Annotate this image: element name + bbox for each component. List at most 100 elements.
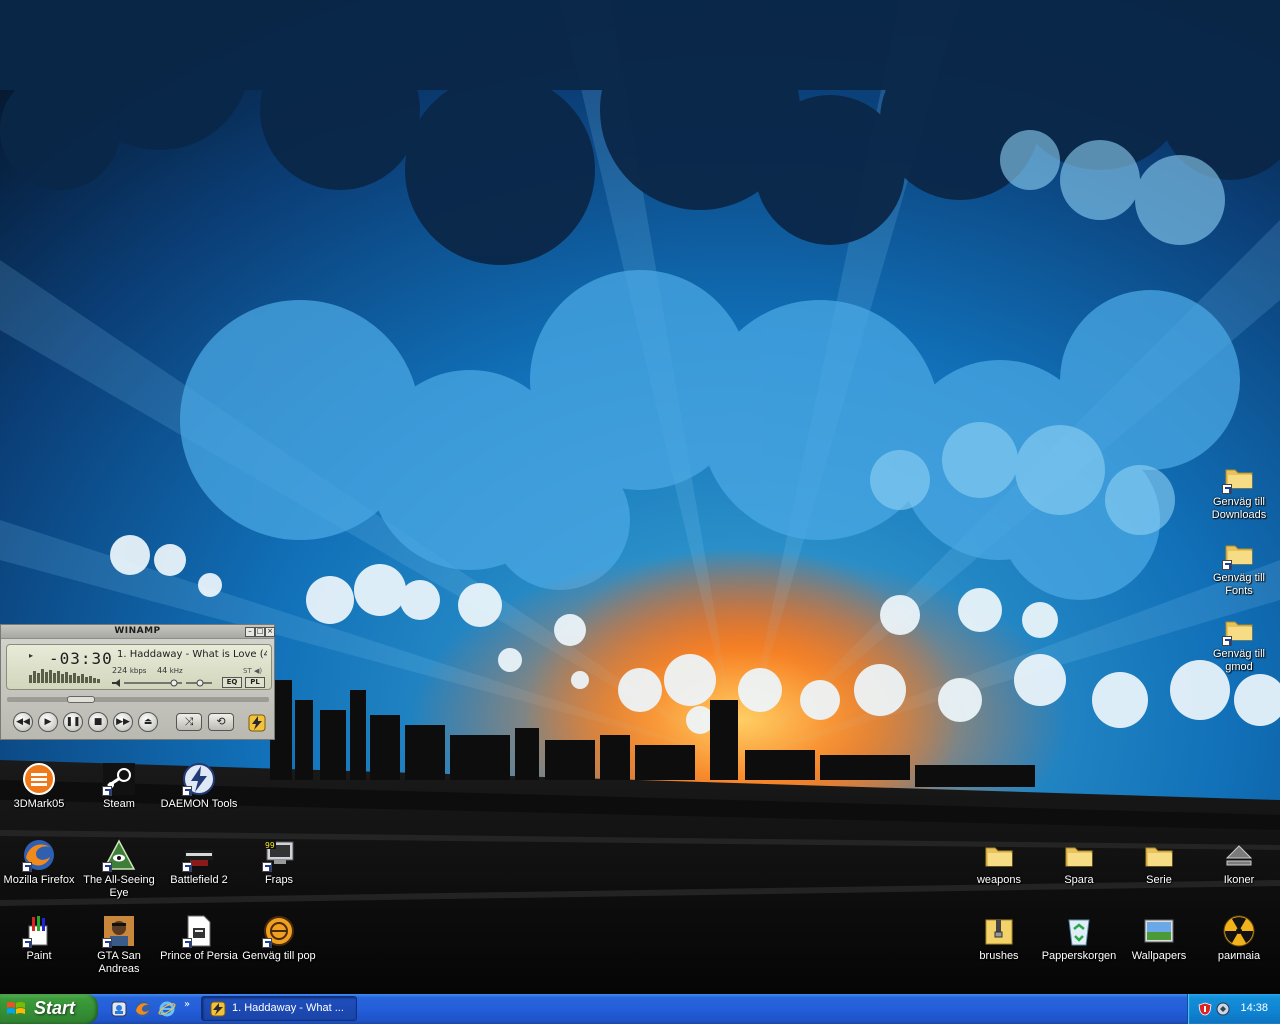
desktop-icon-prince-of-persia[interactable]: Prince of Persia: [160, 914, 238, 963]
desktop-icon-weapons[interactable]: weapons: [960, 838, 1038, 887]
desktop-icon-steam[interactable]: Steam: [80, 762, 158, 811]
recycle-bin-icon: [1062, 914, 1096, 948]
pause-button[interactable]: ❚❚: [63, 712, 83, 732]
samplerate-readout: 44 kHz: [157, 666, 183, 675]
desktop-icon-genvag-till-fonts[interactable]: Genväg till Fonts: [1200, 536, 1278, 598]
desktop-icon-all-seeing-eye[interactable]: The All-Seeing Eye: [80, 838, 158, 900]
pop-shortcut-icon: [262, 914, 296, 948]
winamp-window[interactable]: WINAMP – □ × ▸ -03:30 1. Haddaway - What…: [0, 624, 275, 740]
desktop-icon-genvag-till-gmod[interactable]: Genväg till gmod: [1200, 612, 1278, 674]
stop-button[interactable]: ■: [88, 712, 108, 732]
taskbar-window-label: 1. Haddaway - What ...: [232, 1002, 344, 1014]
paint-icon: [22, 914, 56, 948]
security-shield-icon[interactable]: [1198, 1002, 1212, 1016]
all-seeing-eye-icon: [102, 838, 136, 872]
gta-icon: [102, 914, 136, 948]
desktop-icon-brushes[interactable]: brushes: [960, 914, 1038, 963]
desktop-icon-label: Genväg till Downloads: [1211, 496, 1267, 521]
play-button[interactable]: ▶: [38, 712, 58, 732]
spectrum-visualizer[interactable]: [29, 667, 103, 683]
repeat-button[interactable]: ⟲: [208, 713, 234, 731]
desktop-icon-label: Wallpapers: [1131, 950, 1187, 962]
desktop-icon-serie[interactable]: Serie: [1120, 838, 1198, 887]
shortcut-arrow-icon: [102, 938, 112, 948]
desktop-icon-label: Papperskorgen: [1041, 950, 1117, 962]
minimize-button[interactable]: –: [245, 627, 255, 637]
winamp-titlebar[interactable]: WINAMP – □ ×: [1, 625, 275, 639]
network-icon[interactable]: [1216, 1002, 1230, 1016]
desktop-icon-label: Battlefield 2: [170, 874, 228, 886]
desktop-icon-label: Ikoner: [1223, 874, 1255, 886]
internet-explorer-icon[interactable]: [158, 1000, 176, 1018]
desktop-icon-mozilla-firefox[interactable]: Mozilla Firefox: [0, 838, 78, 887]
firefox-icon: [22, 838, 56, 872]
eject-button[interactable]: ⏏: [138, 712, 158, 732]
folder-icon: [1222, 612, 1256, 646]
firefox-icon[interactable]: [134, 1000, 152, 1018]
desktop-icon-label: The All-Seeing Eye: [83, 874, 155, 899]
desktop-icon-label: brushes: [979, 950, 1019, 962]
desktop-icon-genvag-till-pop[interactable]: Genväg till pop: [240, 914, 318, 963]
desktop-icon-label: 3DMark05: [13, 798, 65, 810]
shortcut-arrow-icon: [102, 786, 112, 796]
desktop-icon-label: DAEMON Tools: [160, 798, 238, 810]
desktop-icon-radiation[interactable]: раиmaia: [1200, 914, 1278, 963]
start-label: Start: [34, 998, 76, 1018]
playback-time[interactable]: -03:30: [49, 649, 113, 668]
desktop-icon-gta-san-andreas[interactable]: GTA San Andreas: [80, 914, 158, 976]
desktop-icon-genvag-till-downloads[interactable]: Genväg till Downloads: [1200, 460, 1278, 522]
desktop-icon-label: Genväg till gmod: [1213, 648, 1265, 673]
shortcut-arrow-icon: [102, 862, 112, 872]
shade-button[interactable]: □: [255, 627, 265, 637]
winamp-logo-icon: [210, 1001, 226, 1017]
desktop-icon-battlefield-2[interactable]: Battlefield 2: [160, 838, 238, 887]
desktop-icon-label: weapons: [976, 874, 1022, 886]
playing-indicator-icon: ▸: [29, 651, 34, 660]
next-button[interactable]: ▶▶: [113, 712, 133, 732]
folder-icon: [1062, 838, 1096, 872]
desktop-icon-daemon-tools[interactable]: DAEMON Tools: [160, 762, 238, 811]
messenger-icon[interactable]: [110, 1000, 128, 1018]
prince-of-persia-icon: [182, 914, 216, 948]
radiation-icon: [1222, 914, 1256, 948]
desktop-icon-paint[interactable]: Paint: [0, 914, 78, 963]
seek-bar[interactable]: [7, 696, 269, 703]
bitrate-readout: 224 kbps: [112, 666, 147, 675]
desktop-icon-ikoner[interactable]: Ikoner: [1200, 838, 1278, 887]
seek-handle[interactable]: [67, 696, 95, 703]
system-tray: 14:38: [1187, 994, 1280, 1024]
start-button[interactable]: Start: [0, 994, 98, 1024]
track-title: 1. Haddaway - What is Love (4:3: [117, 649, 267, 660]
winamp-logo-icon[interactable]: [248, 714, 266, 732]
desktop-icon-label: Paint: [26, 950, 52, 962]
desktop-icon-3dmark05[interactable]: 3DMark05: [0, 762, 78, 811]
taskbar-window-button[interactable]: 1. Haddaway - What ...: [201, 996, 357, 1021]
desktop-icon-spara[interactable]: Spara: [1040, 838, 1118, 887]
desktop-icon-wallpapers[interactable]: Wallpapers: [1120, 914, 1198, 963]
windows-logo-icon: [7, 1002, 25, 1014]
shortcut-arrow-icon: [1222, 560, 1232, 570]
quick-launch-chevron[interactable]: »: [184, 999, 190, 1010]
desktop-icon-label: Spara: [1064, 874, 1094, 886]
playlist-toggle[interactable]: PL: [245, 677, 265, 688]
shortcut-arrow-icon: [182, 862, 192, 872]
shortcut-arrow-icon: [262, 938, 272, 948]
clock[interactable]: 14:38: [1240, 1002, 1268, 1014]
stereo-indicator: ST ◀): [243, 667, 263, 675]
desktop-icon-label: Prince of Persia: [160, 950, 238, 962]
close-button[interactable]: ×: [265, 627, 275, 637]
previous-button[interactable]: ◀◀: [13, 712, 33, 732]
desktop-icon-fraps[interactable]: 99 Fraps: [240, 838, 318, 887]
desktop-icon-label: Steam: [103, 798, 135, 810]
svg-text:99: 99: [265, 841, 275, 850]
desktop-icon-papperskorgen[interactable]: Papperskorgen: [1040, 914, 1118, 963]
desktop-icon-label: Serie: [1146, 874, 1172, 886]
equalizer-toggle[interactable]: EQ: [222, 677, 242, 688]
shuffle-button[interactable]: ⤨: [176, 713, 202, 731]
desktop-icon-label: раиmaia: [1217, 950, 1261, 962]
shortcut-arrow-icon: [182, 786, 192, 796]
battlefield-icon: [182, 838, 216, 872]
folder-icon: [1142, 838, 1176, 872]
volume-slider[interactable]: [112, 679, 212, 687]
desktop-icon-label: Fraps: [264, 874, 294, 886]
